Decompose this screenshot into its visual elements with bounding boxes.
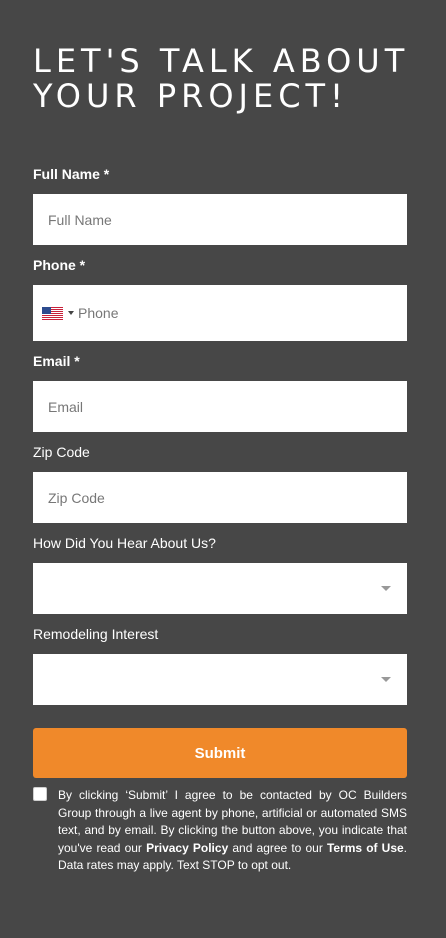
- consent-checkbox[interactable]: [33, 787, 47, 801]
- page-title: LET'S TALK ABOUT YOUR PROJECT!: [33, 44, 413, 114]
- full-name-label: Full Name *: [33, 166, 110, 182]
- hear-about-label: How Did You Hear About Us?: [33, 535, 216, 551]
- remodeling-interest-label: Remodeling Interest: [33, 626, 159, 642]
- phone-input[interactable]: [33, 285, 407, 341]
- consent-text: By clicking ‘Submit’ I agree to be conta…: [58, 787, 407, 875]
- chevron-down-icon[interactable]: [381, 586, 391, 591]
- phone-field[interactable]: [33, 285, 407, 341]
- zip-code-input[interactable]: [33, 472, 407, 523]
- chevron-down-icon[interactable]: [381, 677, 391, 682]
- zip-code-label: Zip Code: [33, 444, 90, 460]
- consent-text-2: and agree to our: [228, 840, 327, 855]
- zip-code-field[interactable]: [33, 472, 407, 523]
- remodeling-interest-select[interactable]: [33, 654, 407, 705]
- us-flag-icon[interactable]: [42, 307, 63, 320]
- email-label: Email *: [33, 353, 80, 369]
- terms-of-use-link[interactable]: Terms of Use: [327, 841, 404, 855]
- hear-about-select[interactable]: [33, 563, 407, 614]
- phone-label: Phone *: [33, 257, 86, 273]
- privacy-policy-link[interactable]: Privacy Policy: [146, 841, 228, 855]
- submit-button[interactable]: Submit: [33, 728, 407, 778]
- title-line-2: YOUR PROJECT!: [33, 77, 348, 115]
- full-name-input[interactable]: [33, 194, 407, 245]
- email-input[interactable]: [33, 381, 407, 432]
- full-name-field[interactable]: [33, 194, 407, 245]
- country-dropdown-caret-icon[interactable]: [68, 311, 74, 315]
- title-line-1: LET'S TALK ABOUT: [33, 42, 410, 80]
- email-field[interactable]: [33, 381, 407, 432]
